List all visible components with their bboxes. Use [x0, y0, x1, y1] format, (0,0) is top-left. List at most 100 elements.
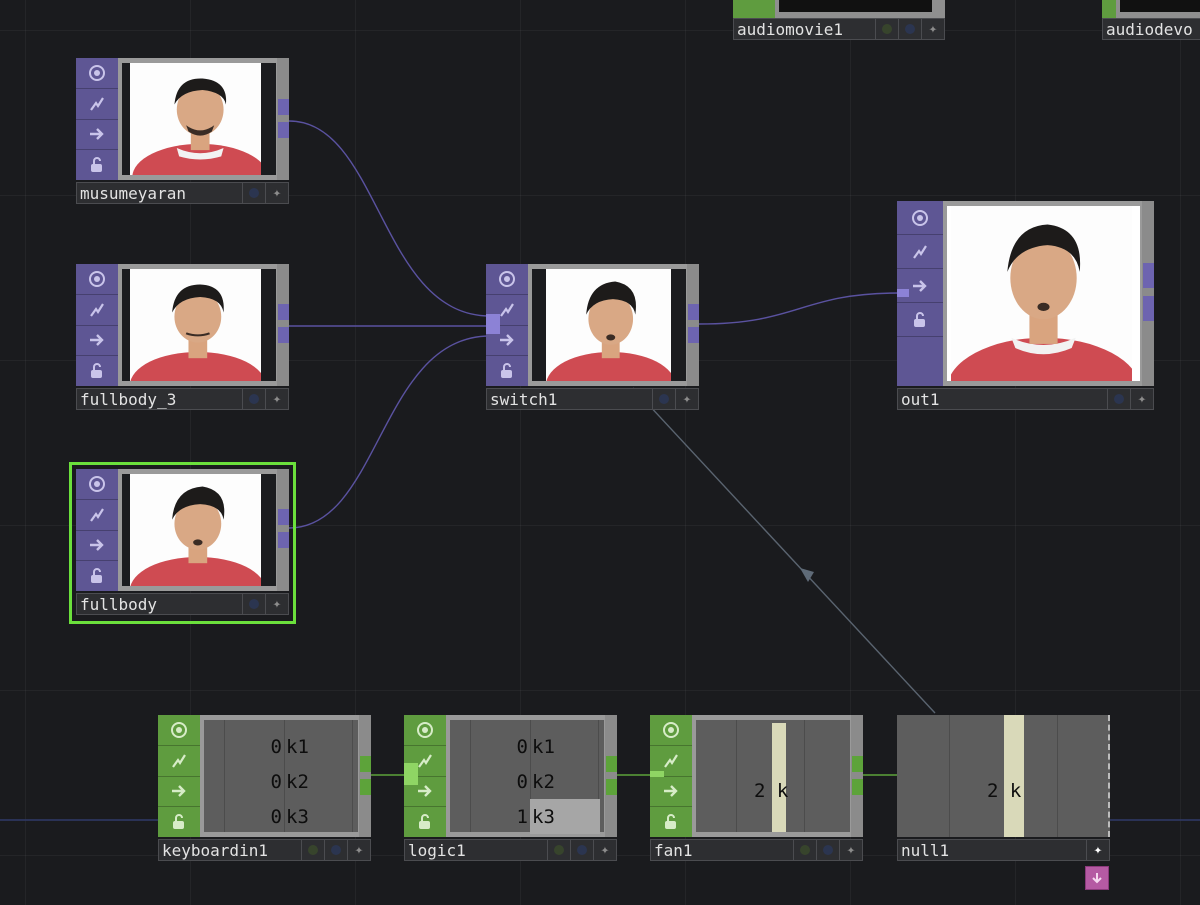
node-name[interactable]: fullbody	[77, 595, 242, 614]
person-thumbnail	[951, 206, 1132, 381]
display-icon[interactable]	[76, 531, 118, 562]
node-name[interactable]: fullbody_3	[77, 390, 242, 409]
viewer-icon[interactable]	[76, 469, 118, 500]
channel-viewer: 2 k	[696, 720, 850, 832]
compass-icon[interactable]: ✦	[1086, 840, 1109, 860]
cook-flag[interactable]	[793, 840, 816, 860]
export-flag[interactable]	[324, 840, 347, 860]
node-fullbody_3[interactable]: fullbody_3 ✦	[76, 264, 289, 412]
lock-icon[interactable]	[76, 356, 118, 386]
channel-row: 0 k2	[450, 764, 604, 799]
node-name[interactable]: audiodevo	[1103, 20, 1200, 39]
compass-icon[interactable]: ✦	[675, 389, 698, 409]
node-name[interactable]: out1	[898, 390, 1107, 409]
channel-name: k2	[286, 770, 309, 793]
display-icon[interactable]	[650, 777, 692, 808]
export-link-null1-to-switch1	[632, 387, 936, 714]
compass-icon[interactable]: ✦	[839, 840, 862, 860]
lock-icon[interactable]	[404, 807, 446, 837]
bypass-icon[interactable]	[158, 746, 200, 777]
display-icon[interactable]	[76, 326, 118, 357]
export-flag[interactable]	[1107, 389, 1130, 409]
compass-icon[interactable]: ✦	[1130, 389, 1153, 409]
compass-icon[interactable]: ✦	[265, 389, 288, 409]
node-audiodevo[interactable]: audiodevo	[1102, 0, 1200, 42]
compass-icon[interactable]: ✦	[593, 840, 616, 860]
export-flag[interactable]	[816, 840, 839, 860]
node-musumeyaran[interactable]: musumeyaran ✦	[76, 58, 289, 206]
node-keyboardin1[interactable]: 0 k1 0 k2 0 k3 keyboardin1 ✦	[158, 715, 371, 863]
bypass-icon[interactable]	[76, 89, 118, 120]
compass-icon[interactable]: ✦	[265, 183, 288, 203]
viewer-icon[interactable]	[486, 264, 528, 295]
node-out1[interactable]: out1 ✦	[897, 201, 1154, 412]
node-name[interactable]: logic1	[405, 841, 547, 860]
cook-flag[interactable]	[875, 19, 898, 39]
wire-fullbody-to-switch1	[288, 335, 491, 529]
person-thumbnail	[546, 269, 671, 381]
node-fan1[interactable]: 2 k fan1 ✦	[650, 715, 863, 863]
lock-icon[interactable]	[486, 356, 528, 386]
channel-row: 0 k2	[204, 764, 358, 799]
bypass-icon[interactable]	[897, 235, 943, 269]
display-icon[interactable]	[76, 120, 118, 151]
channel-row: 0 k1	[204, 729, 358, 764]
cook-flag[interactable]	[301, 840, 324, 860]
viewer-icon[interactable]	[76, 264, 118, 295]
wire-musumeyaran-to-switch1	[288, 120, 491, 317]
display-icon[interactable]	[897, 269, 943, 303]
arrow-down-icon	[1092, 873, 1102, 884]
export-flag[interactable]	[570, 840, 593, 860]
compass-icon[interactable]: ✦	[921, 19, 944, 39]
value-bar	[1004, 715, 1024, 837]
cook-flag[interactable]	[547, 840, 570, 860]
channel-row: 0 k3	[204, 799, 358, 834]
lock-icon[interactable]	[158, 807, 200, 837]
node-logic1[interactable]: 0 k1 0 k2 1 k3 logic1 ✦	[404, 715, 617, 863]
channel-readout: 2 k	[987, 780, 1022, 802]
channel-viewer: 0 k1 0 k2 1 k3	[450, 720, 604, 834]
person-thumbnail	[130, 63, 261, 175]
export-flag[interactable]	[652, 389, 675, 409]
viewer-icon[interactable]	[650, 715, 692, 746]
viewer-icon[interactable]	[404, 715, 446, 746]
channel-viewer: 0 k1 0 k2 0 k3	[204, 720, 358, 832]
channel-value: 0	[270, 735, 282, 758]
display-icon[interactable]	[158, 777, 200, 808]
person-thumbnail	[130, 474, 261, 586]
node-name[interactable]: fan1	[651, 841, 793, 860]
export-flag[interactable]	[242, 389, 265, 409]
compass-icon[interactable]: ✦	[265, 594, 288, 614]
lock-icon[interactable]	[76, 561, 118, 591]
bypass-icon[interactable]	[76, 295, 118, 326]
node-name[interactable]: keyboardin1	[159, 841, 301, 860]
node-name[interactable]: musumeyaran	[77, 184, 242, 203]
channel-readout: 2 k	[754, 780, 789, 802]
export-flag[interactable]	[242, 183, 265, 203]
lock-icon[interactable]	[650, 807, 692, 837]
export-flag[interactable]	[242, 594, 265, 614]
node-fullbody[interactable]: fullbody ✦	[69, 462, 296, 624]
channel-value: 0	[516, 770, 528, 793]
compass-icon[interactable]: ✦	[347, 840, 370, 860]
viewer-icon[interactable]	[158, 715, 200, 746]
channel-name: k3	[532, 805, 555, 828]
bypass-icon[interactable]	[76, 500, 118, 531]
channel-name: k1	[286, 735, 309, 758]
channel-row: 0 k1	[450, 729, 604, 764]
node-null1[interactable]: 2 k null1 ✦	[897, 715, 1110, 863]
lock-icon[interactable]	[897, 303, 943, 337]
viewer-icon[interactable]	[897, 201, 943, 235]
channel-value: 0	[516, 735, 528, 758]
export-flag[interactable]	[898, 19, 921, 39]
node-name[interactable]: switch1	[487, 390, 652, 409]
channel-value: 0	[270, 805, 282, 828]
node-name[interactable]: null1	[898, 841, 1086, 860]
node-name[interactable]: audiomovie1	[734, 20, 875, 39]
export-toggle-button[interactable]	[1085, 866, 1109, 890]
node-audiomovie1[interactable]: audiomovie1 ✦	[733, 0, 945, 42]
viewer	[947, 206, 1140, 381]
lock-icon[interactable]	[76, 150, 118, 180]
node-switch1[interactable]: switch1 ✦	[486, 264, 699, 412]
viewer-icon[interactable]	[76, 58, 118, 89]
